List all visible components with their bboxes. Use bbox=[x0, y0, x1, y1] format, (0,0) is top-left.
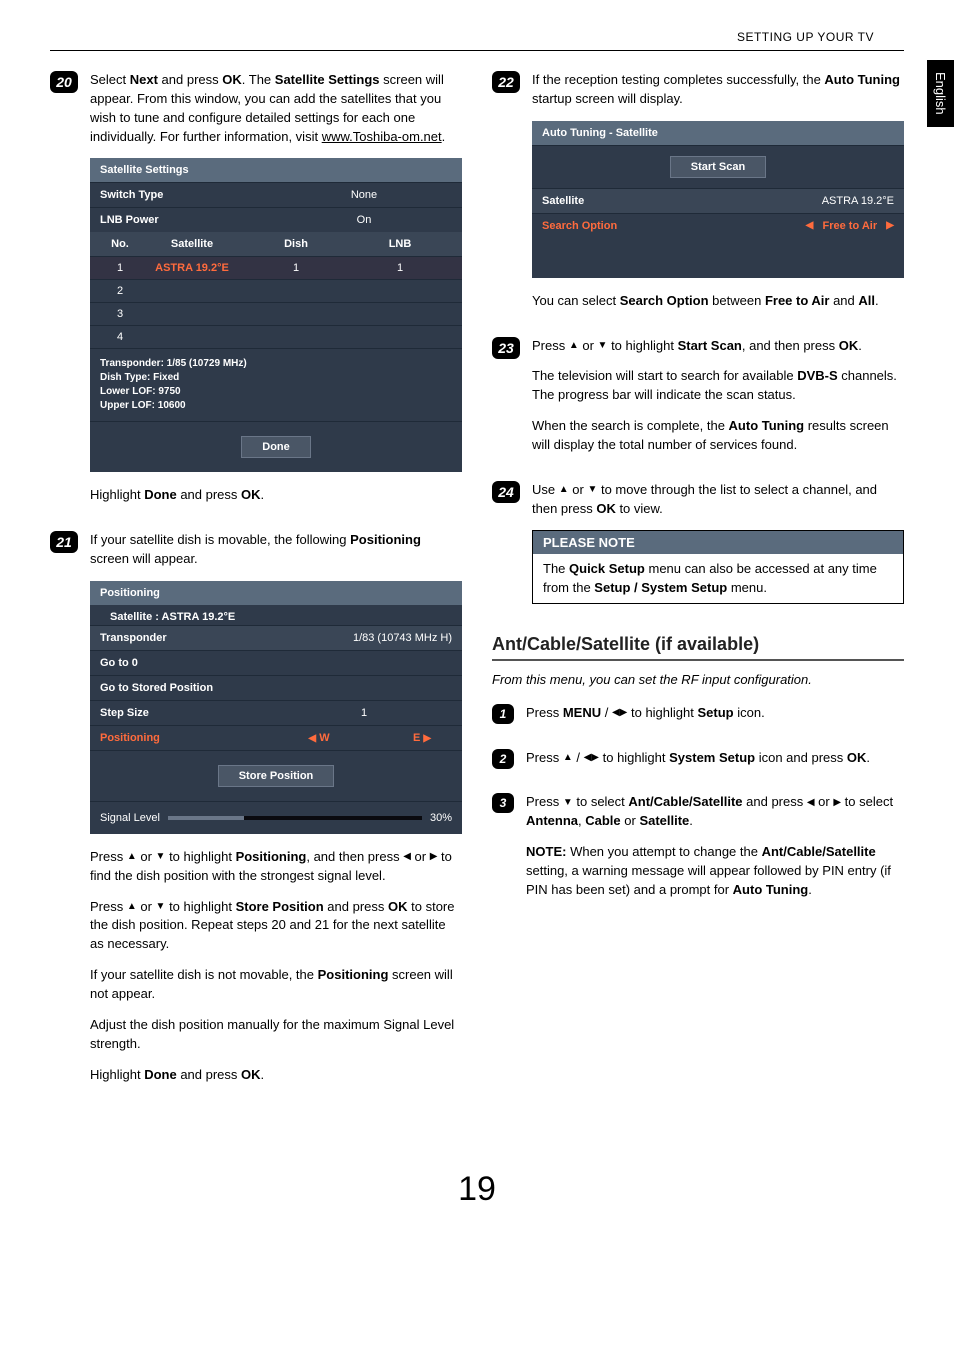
triangle-right-icon bbox=[591, 752, 599, 763]
table-row: 3 bbox=[90, 302, 462, 325]
step-22-badge: 22 bbox=[492, 71, 520, 93]
table-row: 4 bbox=[90, 325, 462, 348]
auto-tuning-panel: Auto Tuning - Satellite Start Scan Satel… bbox=[532, 121, 904, 278]
positioning-panel: Positioning Satellite : ASTRA 19.2°E Tra… bbox=[90, 581, 462, 834]
positioning-instruction-2: Press or to highlight Store Position and… bbox=[90, 898, 462, 955]
left-column: 20 Select Next and press OK. The Satelli… bbox=[50, 71, 462, 1110]
header-rule bbox=[50, 50, 904, 51]
section-step-3-note: NOTE: When you attempt to change the Ant… bbox=[526, 843, 904, 900]
page-number: 19 bbox=[50, 1170, 904, 1209]
positioning-instruction-5: Highlight Done and press OK. bbox=[90, 1066, 462, 1085]
step-24-badge: 24 bbox=[492, 481, 520, 503]
panel-title: Positioning bbox=[90, 581, 462, 605]
step-2-badge: 2 bbox=[492, 749, 514, 769]
section-heading: Ant/Cable/Satellite (if available) bbox=[492, 634, 904, 661]
step-20-text: Select Next and press OK. The Satellite … bbox=[90, 71, 462, 146]
step-24-text: Use or to move through the list to selec… bbox=[532, 481, 904, 519]
language-tab: English bbox=[927, 60, 954, 127]
start-scan-button: Start Scan bbox=[670, 156, 766, 178]
note-body: The Quick Setup menu can also be accesse… bbox=[533, 554, 903, 602]
triangle-right-icon bbox=[833, 797, 841, 808]
triangle-up-icon bbox=[563, 752, 573, 763]
triangle-up-icon bbox=[127, 851, 137, 862]
triangle-left-icon bbox=[612, 707, 620, 718]
signal-label: Signal Level bbox=[100, 812, 160, 824]
step-1-badge: 1 bbox=[492, 704, 514, 724]
triangle-left-icon bbox=[806, 220, 814, 231]
step-23-text-2: The television will start to search for … bbox=[532, 367, 904, 405]
step-23-badge: 23 bbox=[492, 337, 520, 359]
section-step-3: Press to select Ant/Cable/Satellite and … bbox=[526, 793, 904, 831]
satellite-settings-panel: Satellite Settings Switch TypeNone LNB P… bbox=[90, 158, 462, 472]
store-position-button: Store Position bbox=[218, 765, 335, 787]
search-option-text: You can select Search Option between Fre… bbox=[532, 292, 904, 311]
section-step-1: Press MENU / to highlight Setup icon. bbox=[526, 704, 904, 723]
section-subtitle: From this menu, you can set the RF input… bbox=[492, 671, 904, 690]
table-row: 2 bbox=[90, 279, 462, 302]
triangle-down-icon bbox=[587, 484, 597, 495]
step-21-text: If your satellite dish is movable, the f… bbox=[90, 531, 462, 569]
triangle-down-icon bbox=[156, 851, 166, 862]
triangle-left-icon bbox=[403, 851, 411, 862]
signal-value: 30% bbox=[430, 812, 452, 824]
triangle-up-icon bbox=[569, 340, 579, 351]
positioning-instruction-3: If your satellite dish is not movable, t… bbox=[90, 966, 462, 1004]
header-section: SETTING UP YOUR TV bbox=[50, 30, 904, 44]
step-22-text: If the reception testing completes succe… bbox=[532, 71, 904, 109]
done-button: Done bbox=[241, 436, 311, 458]
triangle-up-icon bbox=[559, 484, 569, 495]
step-23-text-3: When the search is complete, the Auto Tu… bbox=[532, 417, 904, 455]
signal-bar bbox=[168, 816, 422, 820]
step-20-badge: 20 bbox=[50, 71, 78, 93]
step-23-text-1: Press or to highlight Start Scan, and th… bbox=[532, 337, 904, 356]
panel-title: Satellite Settings bbox=[90, 158, 462, 182]
positioning-instruction-1: Press or to highlight Positioning, and t… bbox=[90, 848, 462, 886]
section-step-2: Press / to highlight System Setup icon a… bbox=[526, 749, 904, 768]
please-note-box: PLEASE NOTE The Quick Setup menu can als… bbox=[532, 530, 904, 603]
triangle-left-icon bbox=[308, 733, 316, 744]
triangle-left-icon bbox=[807, 797, 815, 808]
triangle-down-icon bbox=[156, 901, 166, 912]
table-row: 1 ASTRA 19.2°E 1 1 bbox=[90, 256, 462, 279]
step-3-badge: 3 bbox=[492, 793, 514, 813]
panel-title: Auto Tuning - Satellite bbox=[532, 121, 904, 145]
step-21-badge: 21 bbox=[50, 531, 78, 553]
triangle-down-icon bbox=[598, 340, 608, 351]
right-column: 22 If the reception testing completes su… bbox=[492, 71, 904, 1110]
positioning-instruction-4: Adjust the dish position manually for th… bbox=[90, 1016, 462, 1054]
triangle-up-icon bbox=[127, 901, 137, 912]
triangle-right-icon bbox=[886, 220, 894, 231]
highlight-done-text: Highlight Done and press OK. bbox=[90, 486, 462, 505]
transponder-info: Transponder: 1/85 (10729 MHz) Dish Type:… bbox=[90, 348, 462, 421]
triangle-down-icon bbox=[563, 797, 573, 808]
triangle-right-icon bbox=[423, 733, 431, 744]
note-heading: PLEASE NOTE bbox=[533, 531, 903, 554]
